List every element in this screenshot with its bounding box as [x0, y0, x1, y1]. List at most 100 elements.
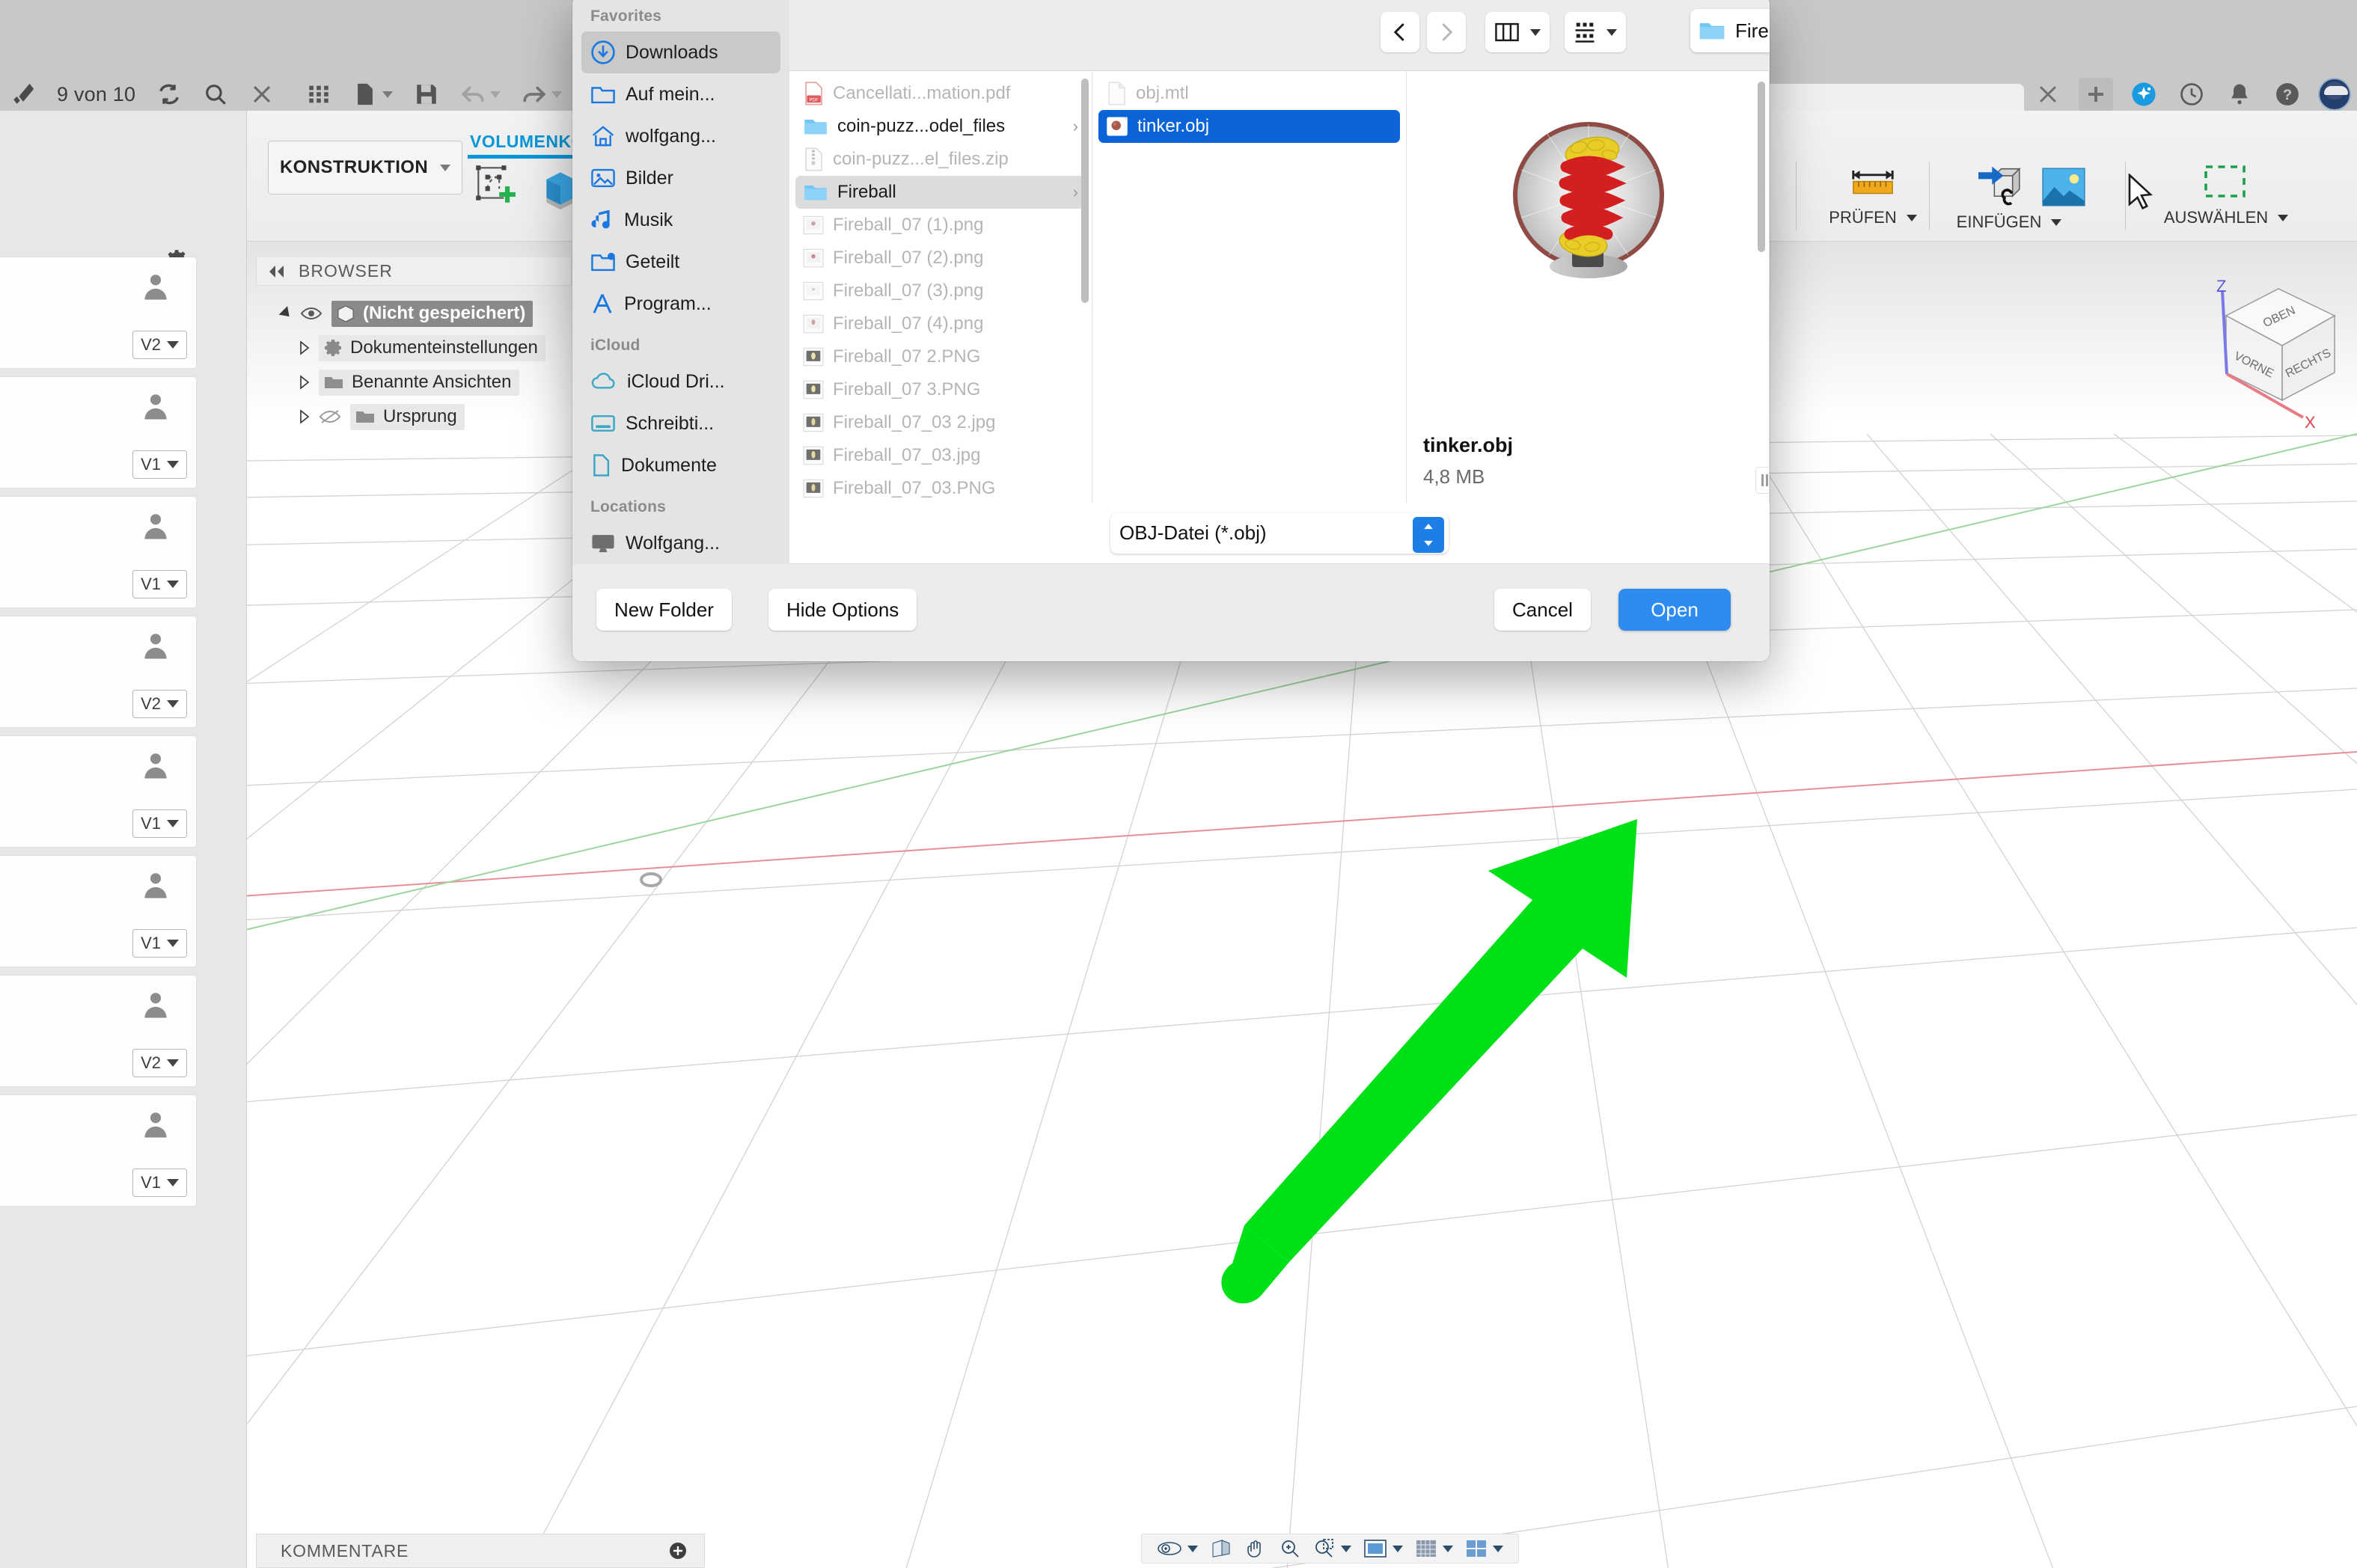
list-item[interactable]: Fireball_07_03.PNG: [795, 472, 1086, 503]
expander-expanded-icon[interactable]: [278, 306, 294, 321]
expander-collapsed-icon[interactable]: [299, 409, 310, 424]
list-item[interactable]: Fireball_07 2.PNG: [795, 340, 1086, 373]
ribbon-tool-auswaehlen[interactable]: AUSWÄHLEN: [2147, 162, 2305, 227]
search-icon[interactable]: [192, 78, 239, 111]
list-item[interactable]: Fireball_07_03 2.jpg: [795, 406, 1086, 439]
list-item[interactable]: Fireball ›: [795, 176, 1086, 209]
viewports-icon[interactable]: [1461, 1539, 1508, 1558]
save-icon[interactable]: [403, 78, 450, 111]
version-card[interactable]: V1: [0, 377, 196, 488]
version-selector[interactable]: V2: [132, 1049, 187, 1077]
version-card[interactable]: V2: [0, 616, 196, 727]
forward-button[interactable]: [1427, 12, 1466, 52]
expander-collapsed-icon[interactable]: [299, 340, 310, 355]
sidebar-item-pictures[interactable]: Bilder: [581, 157, 780, 199]
grid-apps-icon[interactable]: [296, 78, 342, 111]
comments-panel-header[interactable]: KOMMENTARE: [256, 1534, 705, 1568]
sidebar-item-desktop[interactable]: Schreibti...: [581, 402, 780, 444]
popup-stepper-arrows[interactable]: [1413, 516, 1444, 553]
tree-row[interactable]: Benannte Ansichten: [256, 365, 578, 399]
column-scrollbar[interactable]: [1081, 79, 1089, 303]
new-document-icon[interactable]: [342, 78, 403, 111]
list-item[interactable]: PDF Cancellati...mation.pdf: [795, 77, 1086, 110]
version-selector[interactable]: V1: [132, 570, 187, 598]
open-file-dialog[interactable]: Favorites Downloads Auf mein... wolfgang…: [572, 0, 1770, 661]
version-selector[interactable]: V2: [132, 331, 187, 359]
list-item[interactable]: obj.mtl: [1098, 77, 1400, 110]
cancel-button[interactable]: Cancel: [1494, 589, 1591, 631]
create-sketch-button[interactable]: [471, 161, 518, 207]
list-item[interactable]: Fireball_07 3.PNG: [795, 373, 1086, 406]
list-item[interactable]: Fireball_07 (2).png: [795, 242, 1086, 275]
zoom-window-icon[interactable]: [1309, 1538, 1356, 1559]
sidebar-item-downloads[interactable]: Downloads: [581, 31, 780, 73]
viewcube[interactable]: OBEN VORNE RECHTS Z X: [2192, 262, 2357, 441]
browser-panel-header[interactable]: BROWSER: [256, 257, 572, 286]
version-card[interactable]: V1: [0, 497, 196, 607]
back-button[interactable]: [1381, 12, 1419, 52]
tree-row[interactable]: Dokumenteinstellungen: [256, 331, 578, 365]
sidebar-item-music[interactable]: Musik: [581, 199, 780, 241]
quick-access-toolbar[interactable]: 9 von 10: [0, 78, 572, 111]
list-item[interactable]: Fireball_07_03.jpg: [795, 439, 1086, 472]
orbit-icon[interactable]: [1152, 1539, 1202, 1558]
list-item[interactable]: Fireball_07 (4).png: [795, 307, 1086, 340]
list-item[interactable]: tinker.obj: [1098, 110, 1400, 143]
redo-icon[interactable]: [511, 78, 572, 111]
help-icon[interactable]: ?: [2270, 78, 2305, 111]
sidebar-item-applications[interactable]: Program...: [581, 283, 780, 325]
version-card[interactable]: V2: [0, 257, 196, 368]
fireball-column[interactable]: obj.mtl tinker.obj: [1092, 71, 1407, 503]
pan-icon[interactable]: [1240, 1538, 1271, 1559]
downloads-column[interactable]: PDF Cancellati...mation.pdf coin-puzz...…: [789, 71, 1092, 503]
sidebar-item-imac[interactable]: Wolfgang...: [581, 522, 780, 564]
version-card[interactable]: V1: [0, 1095, 196, 1206]
tab-close-icon[interactable]: [2031, 78, 2065, 111]
version-selector[interactable]: V1: [132, 1169, 187, 1197]
ribbon-tool-pruefen[interactable]: PRÜFEN: [1817, 162, 1929, 227]
add-comment-icon[interactable]: [668, 1541, 688, 1561]
list-item[interactable]: coin-puzz...el_files.zip: [795, 143, 1086, 176]
list-item[interactable]: coin-puzz...odel_files ›: [795, 110, 1086, 143]
browser-tree[interactable]: (Nicht gespeichert) Dokumenteinstellunge…: [256, 296, 578, 434]
expander-collapsed-icon[interactable]: [299, 375, 310, 390]
view-mode-button[interactable]: [1485, 12, 1550, 52]
list-item[interactable]: Fireball_07 (1).png: [795, 209, 1086, 242]
user-avatar[interactable]: [2318, 78, 2351, 111]
titlebar-right-tools[interactable]: ?: [2031, 78, 2351, 111]
version-card[interactable]: V1: [0, 856, 196, 967]
undo-icon[interactable]: [450, 78, 511, 111]
navigation-buttons[interactable]: [1381, 12, 1626, 52]
look-at-icon[interactable]: [1205, 1539, 1237, 1558]
pencil-icon[interactable]: [0, 78, 46, 111]
workspace-switcher[interactable]: KONSTRUKTION: [268, 141, 462, 195]
sidebar-item-shared[interactable]: Geteilt: [581, 241, 780, 283]
recent-clock-icon[interactable]: [2174, 78, 2209, 111]
new-folder-button[interactable]: New Folder: [596, 589, 732, 631]
hide-options-button[interactable]: Hide Options: [768, 589, 917, 631]
ai-sparkle-icon[interactable]: [2127, 78, 2161, 111]
version-selector[interactable]: V1: [132, 450, 187, 479]
display-settings-icon[interactable]: [1359, 1539, 1407, 1558]
version-history-panel[interactable]: e V2 V1 V1 V2: [0, 111, 247, 1568]
version-selector[interactable]: V1: [132, 929, 187, 958]
ribbon-tool-einfuegen[interactable]: EINFÜGEN: [1945, 162, 2118, 232]
filetype-popup[interactable]: OBJ-Datei (*.obj): [1110, 512, 1449, 554]
list-item[interactable]: Fireball_07 (3).png: [795, 275, 1086, 307]
version-card[interactable]: V2: [0, 976, 196, 1086]
sidebar-item-home[interactable]: wolfgang...: [581, 115, 780, 157]
preview-scrollbar[interactable]: [1758, 82, 1765, 252]
file-browser-columns[interactable]: PDF Cancellati...mation.pdf coin-puzz...…: [789, 70, 1770, 503]
open-button[interactable]: Open: [1618, 589, 1731, 631]
add-tab-icon[interactable]: [2079, 78, 2113, 111]
tree-row[interactable]: Ursprung: [256, 399, 578, 434]
sidebar-item-airdrop-folder[interactable]: Auf mein...: [581, 73, 780, 115]
sidebar-item-icloud-drive[interactable]: iCloud Dri...: [581, 361, 780, 402]
eye-visible-icon[interactable]: [300, 305, 322, 322]
group-by-button[interactable]: [1565, 12, 1626, 52]
close-icon[interactable]: [239, 78, 285, 111]
zoom-icon[interactable]: [1274, 1538, 1306, 1559]
preview-resize-handle[interactable]: [1756, 468, 1769, 493]
version-selector[interactable]: V1: [132, 809, 187, 838]
dialog-sidebar[interactable]: Favorites Downloads Auf mein... wolfgang…: [572, 0, 789, 661]
